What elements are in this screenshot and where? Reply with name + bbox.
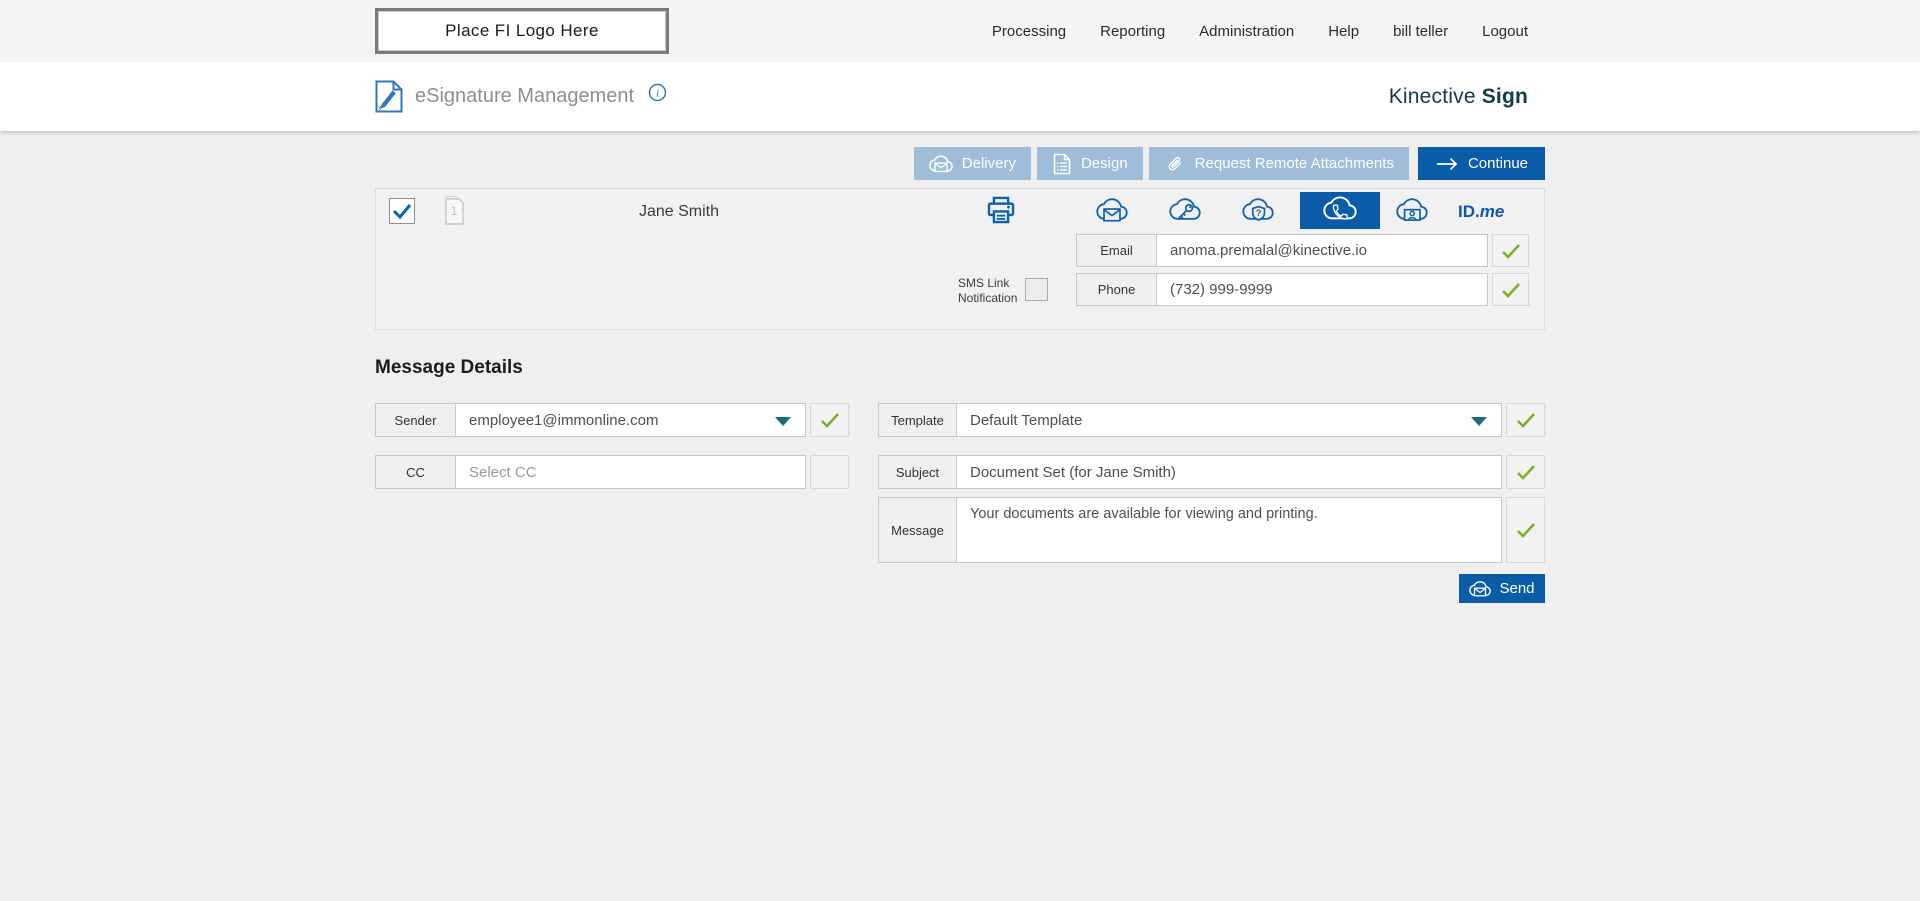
- page-content: Delivery Design: [0, 131, 1920, 901]
- sender-select-value: employee1@immonline.com: [469, 412, 658, 429]
- nav-processing[interactable]: Processing: [992, 23, 1066, 40]
- delivery-button[interactable]: Delivery: [914, 147, 1031, 180]
- svg-text:i: i: [656, 88, 659, 100]
- phone-field-label: Phone: [1077, 274, 1157, 305]
- check-icon: [392, 203, 412, 219]
- cc-valid-check: [810, 455, 849, 489]
- continue-button-label: Continue: [1468, 155, 1528, 172]
- phone-input[interactable]: [1157, 274, 1487, 305]
- svg-text:x: x: [378, 105, 382, 112]
- subject-field-label: Subject: [879, 456, 957, 488]
- sender-select[interactable]: employee1@immonline.com: [456, 404, 805, 436]
- esignature-management-screen: Place FI Logo Here Processing Reporting …: [0, 0, 1920, 901]
- sender-field-group: Sender employee1@immonline.com: [375, 403, 849, 437]
- nav-help[interactable]: Help: [1328, 23, 1359, 40]
- design-button[interactable]: Design: [1037, 147, 1143, 180]
- info-icon[interactable]: i: [648, 83, 667, 102]
- send-button[interactable]: Send: [1459, 574, 1545, 603]
- paperclip-icon: [1164, 153, 1186, 175]
- cloud-envelope-icon: [929, 153, 953, 175]
- request-remote-attachments-label: Request Remote Attachments: [1195, 155, 1394, 172]
- message-field-label: Message: [879, 498, 957, 562]
- message-valid-check: [1506, 497, 1545, 563]
- subject-field-group: Subject: [878, 455, 1545, 489]
- delivery-button-label: Delivery: [962, 155, 1016, 172]
- cc-input[interactable]: [456, 456, 805, 488]
- page-header: x eSignature Management i Kinective Sign: [0, 62, 1920, 131]
- message-textarea[interactable]: Your documents are available for viewing…: [957, 498, 1501, 562]
- design-button-label: Design: [1081, 155, 1128, 172]
- page-title: eSignature Management: [415, 85, 634, 108]
- recipient-name: Jane Smith: [554, 203, 804, 221]
- phone-field-group: Phone: [1076, 273, 1529, 306]
- cc-field-label: CC: [376, 456, 456, 488]
- brand-name: Kinective: [1389, 85, 1476, 109]
- svg-text:?: ?: [1256, 208, 1262, 218]
- template-select-value: Default Template: [970, 412, 1082, 429]
- document-list-icon: [1052, 153, 1072, 175]
- phone-valid-check: [1492, 273, 1529, 306]
- recipient-select-checkbox[interactable]: [389, 198, 415, 224]
- idme-label-bold: ID.: [1458, 202, 1480, 221]
- nav-logout[interactable]: Logout: [1482, 23, 1528, 40]
- continue-button[interactable]: Continue: [1418, 147, 1545, 180]
- email-field-label: Email: [1077, 235, 1157, 266]
- template-field-label: Template: [879, 404, 957, 436]
- esignature-document-pen-icon: x: [375, 80, 403, 113]
- email-valid-check: [1492, 234, 1529, 267]
- main-nav: Processing Reporting Administration Help…: [992, 0, 1528, 62]
- template-field-group: Template Default Template: [878, 403, 1545, 437]
- page-header-left: x eSignature Management i: [375, 62, 667, 131]
- kinective-sign-brand: Kinective Sign: [1389, 62, 1528, 131]
- sender-field-label: Sender: [376, 404, 456, 436]
- idme-option[interactable]: ID.me: [1458, 202, 1528, 222]
- chevron-down-icon: [1471, 417, 1487, 426]
- delivery-method-security-question-icon[interactable]: ?: [1242, 198, 1274, 225]
- nav-administration[interactable]: Administration: [1199, 23, 1294, 40]
- delivery-method-id-verification-icon[interactable]: [1396, 198, 1428, 225]
- template-valid-check: [1506, 403, 1545, 437]
- email-input[interactable]: [1157, 235, 1487, 266]
- nav-user-bill-teller[interactable]: bill teller: [1393, 23, 1448, 40]
- template-select[interactable]: Default Template: [957, 404, 1501, 436]
- request-remote-attachments-button[interactable]: Request Remote Attachments: [1149, 147, 1409, 180]
- subject-valid-check: [1506, 455, 1545, 489]
- chevron-down-icon: [775, 417, 791, 426]
- sms-link-notification-checkbox[interactable]: [1025, 278, 1048, 301]
- delivery-method-access-key-icon[interactable]: [1169, 198, 1201, 225]
- fi-logo-placeholder: Place FI Logo Here: [375, 8, 669, 54]
- recipient-card: 1 Jane Smith: [375, 188, 1545, 330]
- message-details-heading: Message Details: [375, 357, 523, 379]
- nav-reporting[interactable]: Reporting: [1100, 23, 1165, 40]
- sms-link-notification-label: SMS Link Notification: [958, 276, 1024, 306]
- cloud-envelope-icon: [1469, 579, 1491, 599]
- subject-input[interactable]: [957, 456, 1501, 488]
- message-field-group: Message Your documents are available for…: [878, 497, 1545, 563]
- cc-field-group: CC: [375, 455, 849, 489]
- arrow-right-icon: [1435, 156, 1459, 172]
- printer-icon[interactable]: [984, 193, 1018, 227]
- brand-product: Sign: [1482, 85, 1528, 109]
- top-bar: Place FI Logo Here Processing Reporting …: [0, 0, 1920, 62]
- step-toolbar: Delivery Design: [914, 147, 1545, 180]
- document-count-icon: 1: [439, 195, 465, 226]
- idme-label-italic: me: [1480, 202, 1505, 221]
- svg-text:1: 1: [451, 204, 458, 218]
- delivery-method-email-icon[interactable]: [1096, 198, 1128, 225]
- sender-valid-check: [810, 403, 849, 437]
- email-field-group: Email: [1076, 234, 1529, 267]
- delivery-method-phone-icon-selected[interactable]: [1300, 192, 1380, 229]
- send-button-label: Send: [1499, 580, 1534, 597]
